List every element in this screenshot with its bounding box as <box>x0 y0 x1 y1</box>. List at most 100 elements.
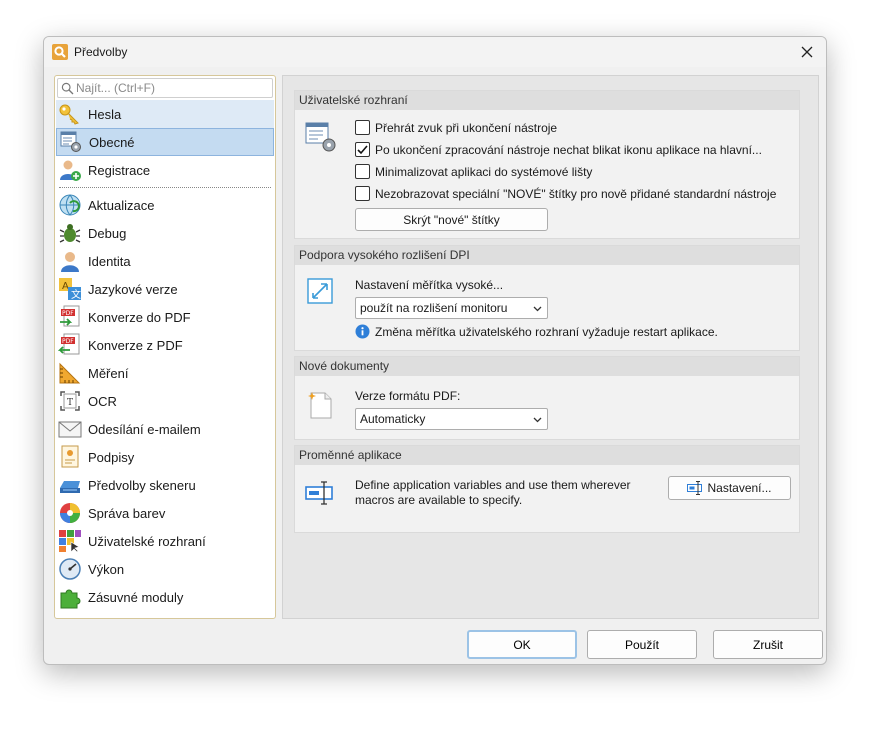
dpi-section: Podpora vysokého rozlišení DPI Nastavení… <box>294 245 800 351</box>
sidebar-item-label: Konverze do PDF <box>88 309 191 325</box>
sidebar-item-label: Hesla <box>88 106 122 122</box>
checkbox-flash-icon[interactable]: Po ukončení zpracování nástroje nechat b… <box>355 142 762 157</box>
ok-button[interactable]: OK <box>467 630 577 659</box>
sidebar-item-label: Konverze z PDF <box>88 337 183 353</box>
gauge-icon <box>59 558 81 580</box>
checkbox-play-sound[interactable]: Přehrát zvuk při ukončení nástroje <box>355 120 557 135</box>
sidebar-item-odesilani-e-mailem[interactable]: Odesílání e-mailem <box>56 415 274 443</box>
sidebar-item-identita[interactable]: Identita <box>56 247 274 275</box>
checkbox-box[interactable] <box>355 164 370 179</box>
sidebar-item-label: Předvolby skeneru <box>88 477 196 493</box>
app-variables-section: Proměnné aplikace Define application var… <box>294 445 800 533</box>
ruler-icon <box>59 362 81 384</box>
section-header: Nové dokumenty <box>295 357 799 376</box>
checkbox-box[interactable] <box>355 186 370 201</box>
language-icon: A 文 <box>59 278 81 301</box>
key-icon <box>59 104 79 125</box>
new-documents-section: Nové dokumenty Verze formátu PDF: Automa… <box>294 356 800 440</box>
pdf-version-select[interactable]: Automaticky <box>355 408 548 430</box>
svg-text:PDF: PDF <box>62 338 74 345</box>
convert-to-pdf-icon: PDF <box>60 305 80 327</box>
restart-info: Změna měřítka uživatelského rozhraní vyž… <box>355 324 718 339</box>
scaling-select[interactable]: použít na rozlišení monitoru <box>355 297 548 319</box>
checkbox-label: Nezobrazovat speciální "NOVÉ" štítky pro… <box>375 186 777 201</box>
hide-new-labels-button[interactable]: Skrýt "nové" štítky <box>355 208 548 231</box>
sidebar-item-podpisy[interactable]: Podpisy <box>56 443 274 471</box>
sidebar-item-zasuvne-moduly[interactable]: Zásuvné moduly <box>56 583 274 611</box>
checkbox-label: Po ukončení zpracování nástroje nechat b… <box>375 142 762 157</box>
variables-description-line2: macros are available to specify. <box>355 493 523 507</box>
sidebar-item-vykon[interactable]: Výkon <box>56 555 274 583</box>
search-input[interactable] <box>76 79 270 97</box>
settings-panel: Uživatelské rozhraní Přehrát zvuk při uk… <box>282 75 819 619</box>
sidebar-separator <box>59 187 271 188</box>
sidebar-item-label: Obecné <box>89 134 135 150</box>
title-bar: Předvolby <box>44 37 826 67</box>
sidebar-item-konverze-z-pdf[interactable]: PDF Konverze z PDF <box>56 331 274 359</box>
color-wheel-icon <box>60 503 80 523</box>
section-header: Proměnné aplikace <box>295 446 799 465</box>
ocr-icon: T <box>60 391 80 411</box>
puzzle-icon <box>60 589 81 609</box>
sidebar-item-debug[interactable]: Debug <box>56 219 274 247</box>
globe-update-icon <box>59 194 81 216</box>
svg-text:A: A <box>62 281 69 292</box>
sidebar-item-konverze-do-pdf[interactable]: PDF Konverze do PDF <box>56 303 274 331</box>
sidebar-item-label: Výkon <box>88 561 125 577</box>
sidebar-item-label: Správa barev <box>88 505 166 521</box>
sidebar-item-obecne[interactable]: Obecné <box>56 128 274 156</box>
sidebar-item-aktualizace[interactable]: Aktualizace <box>56 191 274 219</box>
section-header: Podpora vysokého rozlišení DPI <box>295 246 799 265</box>
close-icon <box>801 46 813 58</box>
sidebar-item-uzivatelske-rozhrani[interactable]: Uživatelské rozhraní <box>56 527 274 555</box>
sidebar-item-sprava-barev[interactable]: Správa barev <box>56 499 274 527</box>
sidebar-item-mereni[interactable]: Měření <box>56 359 274 387</box>
sidebar-item-label: Registrace <box>88 162 151 178</box>
sidebar-item-label: Identita <box>88 253 131 269</box>
variables-description-line1: Define application variables and use the… <box>355 478 631 492</box>
sidebar-item-ocr[interactable]: T OCR <box>56 387 274 415</box>
checkbox-box[interactable] <box>355 142 370 157</box>
identity-icon <box>61 252 79 272</box>
preferences-dialog: Předvolby Hesla <box>43 36 827 665</box>
svg-text:文: 文 <box>71 288 81 301</box>
close-button[interactable] <box>788 37 826 67</box>
variable-field-icon <box>305 481 333 505</box>
select-value: Automaticky <box>360 412 426 426</box>
checkbox-label: Minimalizovat aplikaci do systémové lišt… <box>375 164 593 179</box>
scanner-icon <box>60 481 80 493</box>
ui-icon <box>59 530 81 553</box>
chevron-down-icon <box>533 306 542 312</box>
new-document-icon <box>308 392 332 419</box>
convert-from-pdf-icon: PDF <box>58 333 80 355</box>
bug-icon <box>59 224 81 243</box>
sidebar-item-label: OCR <box>88 393 117 409</box>
checkbox-label: Přehrát zvuk při ukončení nástroje <box>375 120 558 135</box>
scaling-label: Nastavení měřítka vysoké... <box>355 278 504 292</box>
signature-icon <box>61 445 79 468</box>
app-icon <box>52 44 68 60</box>
general-settings-icon <box>305 122 336 152</box>
cancel-button[interactable]: Zrušit <box>713 630 823 659</box>
search-box[interactable] <box>57 78 273 98</box>
variable-field-icon <box>687 481 703 495</box>
checkbox-hide-new-labels[interactable]: Nezobrazovat speciální "NOVÉ" štítky pro… <box>355 186 776 201</box>
category-list: Hesla Obecné Registrace <box>54 75 276 619</box>
sidebar-item-hesla[interactable]: Hesla <box>56 100 274 128</box>
checkbox-box[interactable] <box>355 120 370 135</box>
registration-icon <box>60 160 81 181</box>
sidebar-item-registrace[interactable]: Registrace <box>56 156 274 184</box>
button-label: Nastavení... <box>707 481 772 495</box>
sidebar-item-predvolby-skeneru[interactable]: Předvolby skeneru <box>56 471 274 499</box>
pdf-version-label: Verze formátu PDF: <box>355 389 461 403</box>
checkbox-minimize-tray[interactable]: Minimalizovat aplikaci do systémové lišt… <box>355 164 592 179</box>
svg-text:PDF: PDF <box>62 310 74 317</box>
chevron-down-icon <box>533 417 542 423</box>
select-value: použít na rozlišení monitoru <box>360 301 508 315</box>
sidebar-item-label: Aktualizace <box>88 197 155 213</box>
variables-settings-button[interactable]: Nastavení... <box>668 476 791 500</box>
apply-button[interactable]: Použít <box>587 630 697 659</box>
sidebar-item-jazykove-verze[interactable]: A 文 Jazykové verze <box>56 275 274 303</box>
sidebar-item-label: Podpisy <box>88 449 135 465</box>
sidebar-item-label: Debug <box>88 225 127 241</box>
